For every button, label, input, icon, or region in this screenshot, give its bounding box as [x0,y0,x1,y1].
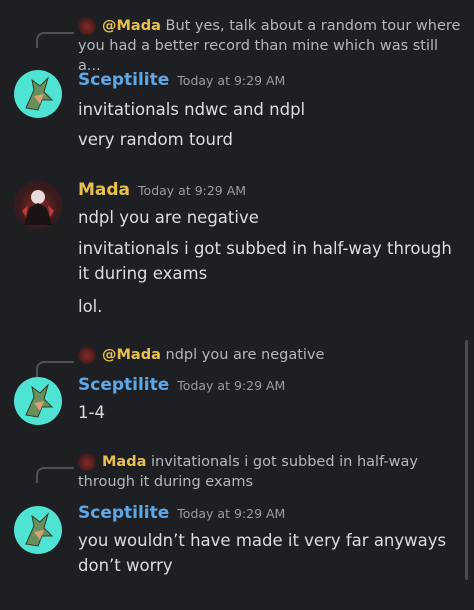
timestamp: Today at 9:29 AM [138,183,247,198]
author-name[interactable]: Sceptilite [78,375,169,395]
message-text: very random tourd [78,130,233,149]
timestamp: Today at 9:29 AM [177,378,286,393]
reply-author[interactable]: @Mada [102,18,161,34]
message-header: Mada Today at 9:29 AM [78,180,246,200]
message-header: Sceptilite Today at 9:29 AM [78,375,285,395]
sceptile-icon [25,76,54,111]
reply-snippet: ndpl you are negative [165,347,325,363]
message-text: invitationals ndwc and ndpl [78,100,306,119]
avatar-sceptilite[interactable] [14,70,62,118]
avatar-mada[interactable] [14,181,62,229]
author-name[interactable]: Sceptilite [78,70,169,90]
message-text: 1-4 [78,403,105,422]
author-name[interactable]: Sceptilite [78,503,169,523]
message-text: invitationals i got subbed in half-way t… [78,239,452,283]
message-text: ndpl you are negative [78,208,259,227]
avatar-sceptilite[interactable] [14,377,62,425]
timestamp: Today at 9:29 AM [177,73,286,88]
reply-connector [36,32,74,48]
sceptile-icon [25,383,54,418]
reply-preview[interactable]: @Mada ndpl you are negative [78,345,462,365]
reply-author[interactable]: @Mada [102,347,161,363]
message-header: Sceptilite Today at 9:29 AM [78,70,285,90]
scrollbar[interactable] [465,340,468,580]
message-text: lol. [78,297,103,316]
reply-preview[interactable]: Mada invitationals i got subbed in half-… [78,452,462,492]
reply-author[interactable]: Mada [102,454,146,470]
sceptile-icon [25,512,54,547]
author-name[interactable]: Mada [78,180,130,200]
timestamp: Today at 9:29 AM [177,506,286,521]
avatar-sceptilite[interactable] [14,506,62,554]
mada-avatar-icon [22,190,54,225]
message-header: Sceptilite Today at 9:29 AM [78,503,285,523]
reply-connector [36,361,74,377]
reply-connector [36,467,74,483]
message-text: you wouldn’t have made it very far anywa… [78,531,447,575]
reply-preview[interactable]: @Mada But yes, talk about a random tour … [78,16,462,76]
